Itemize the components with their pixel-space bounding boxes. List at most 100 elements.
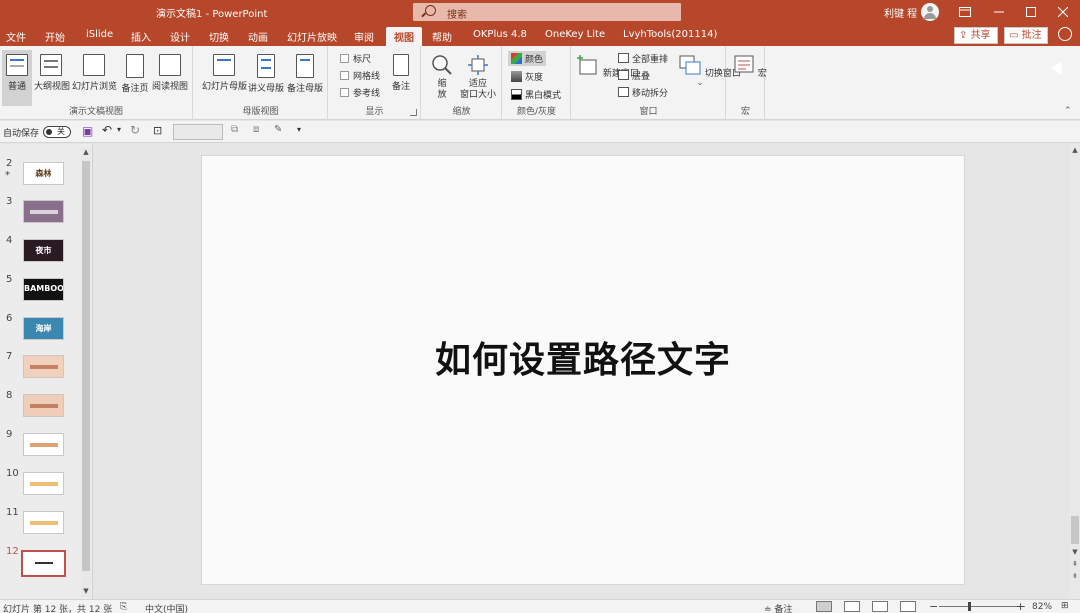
tab-insert[interactable]: 插入 (131, 29, 151, 44)
autosave-toggle[interactable]: 关 (43, 126, 71, 138)
tab-animations[interactable]: 动画 (248, 29, 268, 44)
tab-review[interactable]: 审阅 (354, 29, 374, 44)
grayscale-button[interactable]: 灰度 (511, 70, 543, 83)
tab-onekey[interactable]: OneKey Lite (545, 29, 605, 40)
slide-thumbnail[interactable] (23, 433, 64, 456)
tab-design[interactable]: 设计 (170, 29, 190, 44)
font-size-combo[interactable] (173, 124, 223, 140)
next-slide-icon[interactable]: ⇟ (1071, 572, 1079, 580)
slide-thumbnail[interactable]: BAMBOO (23, 278, 64, 301)
slideshow-status-button[interactable] (900, 601, 916, 612)
previous-slide-icon[interactable]: ⇞ (1071, 560, 1079, 568)
scroll-up-icon[interactable]: ▲ (82, 148, 90, 156)
normal-view-status-button[interactable] (816, 601, 832, 612)
tab-lvyhtools[interactable]: LvyhTools(201114) (623, 29, 717, 40)
group-label-zoom: 缩放 (452, 107, 471, 117)
slide-thumbnail[interactable] (23, 472, 64, 495)
normal-view-button[interactable]: 普通 (2, 50, 32, 106)
undo-dropdown-icon[interactable]: ▾ (117, 125, 121, 134)
slide-thumbnail[interactable] (23, 511, 64, 534)
arrange-all-button[interactable]: 全部重排 (618, 52, 668, 65)
slide-thumbnail[interactable] (21, 550, 66, 577)
color-button[interactable]: 颜色 (508, 51, 547, 66)
cascade-button[interactable]: 层叠 (618, 69, 650, 82)
guides-checkbox[interactable]: 参考线 (340, 86, 380, 99)
user-name[interactable]: 利键 程 (884, 5, 917, 20)
slide-thumbnail[interactable] (23, 200, 64, 223)
notes-toggle[interactable]: ≐ 备注 (764, 602, 792, 613)
close-icon[interactable] (1046, 0, 1080, 24)
collapse-ribbon-icon[interactable]: ⌃ (1064, 106, 1072, 116)
feedback-smiley-icon[interactable] (1058, 27, 1072, 41)
zoom-level[interactable]: 82% (1032, 602, 1052, 612)
search-box[interactable]: 搜索 (413, 3, 681, 21)
save-icon[interactable]: ▣ (82, 124, 93, 138)
slide-master-button[interactable]: 幻灯片母版 (202, 50, 247, 92)
canvas-scroll-up-icon[interactable]: ▲ (1071, 146, 1079, 154)
tab-help[interactable]: 帮助 (432, 29, 452, 44)
maximize-icon[interactable] (1014, 0, 1048, 24)
group-objects-icon[interactable]: ⧉ (231, 124, 238, 135)
current-slide[interactable]: 如何设置路径文字 (201, 155, 965, 585)
tab-home[interactable]: 开始 (45, 29, 65, 44)
fit-slide-icon[interactable]: ⊞ (1061, 601, 1069, 611)
tab-file[interactable]: 文件 (6, 29, 26, 44)
language-status[interactable]: 中文(中国) (145, 602, 188, 613)
switch-windows-button[interactable]: 切换窗口 ⌄ (678, 50, 741, 87)
black-white-button[interactable]: 黑白模式 (511, 88, 561, 101)
slide-number: 7 (6, 351, 13, 362)
present-from-start-icon[interactable]: ⊡ (153, 124, 162, 137)
customize-qat-icon[interactable]: ▾ (297, 125, 301, 134)
tab-slideshow[interactable]: 幻灯片放映 (287, 29, 337, 44)
search-icon (425, 5, 436, 16)
scroll-down-icon[interactable]: ▼ (82, 587, 90, 595)
undo-icon[interactable]: ↶ (102, 123, 112, 137)
handout-master-button[interactable]: 讲义母版 (248, 50, 284, 94)
slide-sorter-status-button[interactable] (844, 601, 860, 612)
zoom-out-icon[interactable]: − (929, 600, 938, 613)
group-label-show: 显示 (365, 107, 384, 117)
tab-transitions[interactable]: 切换 (209, 29, 229, 44)
slide-title-text[interactable]: 如何设置路径文字 (202, 331, 964, 383)
slide-thumbnail[interactable]: 夜市 (23, 239, 64, 262)
move-split-button[interactable]: 移动拆分 (618, 86, 668, 99)
notes-page-button[interactable]: 备注页 (120, 50, 150, 94)
share-button[interactable]: ⇪ 共享 (954, 27, 998, 44)
thumbnail-scrollbar[interactable]: ▲ ▼ (81, 147, 91, 597)
tab-okplus[interactable]: OKPlus 4.8 (473, 29, 527, 40)
notes-master-button[interactable]: 备注母版 (287, 50, 323, 94)
thumbnail-scroll-thumb[interactable] (82, 161, 90, 571)
macros-button[interactable]: 宏 (733, 50, 767, 79)
slide-thumbnail[interactable]: 森林 (23, 162, 64, 185)
notes-button[interactable]: 备注 (389, 50, 413, 92)
show-dialog-launcher-icon[interactable] (410, 109, 417, 116)
reading-view-status-button[interactable] (872, 601, 888, 612)
slide-thumbnail[interactable]: 海岸 (23, 317, 64, 340)
canvas-scrollbar[interactable]: ▲ ▼ ⇞ ⇟ (1070, 144, 1080, 599)
ruler-checkbox[interactable]: 标尺 (340, 52, 371, 65)
ribbon-display-options-icon[interactable] (948, 0, 982, 24)
zoom-in-icon[interactable]: + (1016, 600, 1025, 613)
slide-thumbnail[interactable] (23, 394, 64, 417)
zoom-button[interactable]: 缩 放 (428, 50, 456, 101)
gridlines-checkbox[interactable]: 网格线 (340, 69, 380, 82)
reading-view-button[interactable]: 阅读视图 (152, 50, 188, 92)
slide-thumbnail[interactable] (23, 355, 64, 378)
minimize-icon[interactable] (982, 0, 1016, 24)
canvas-scroll-down-icon[interactable]: ▼ (1071, 548, 1079, 556)
format-painter-icon[interactable]: ✎ (274, 124, 282, 135)
spellcheck-icon[interactable]: ⎘ (120, 602, 127, 612)
ungroup-objects-icon[interactable]: ⧈ (253, 124, 259, 135)
redo-icon[interactable]: ↻ (130, 123, 140, 137)
comments-button[interactable]: ▭ 批注 (1004, 27, 1048, 44)
fit-to-window-button[interactable]: 适应 窗口大小 (458, 50, 498, 101)
slide-sorter-button[interactable]: 幻灯片浏览 (72, 50, 117, 92)
slide-thumbnail-label: 森林 (35, 169, 52, 178)
canvas-scroll-thumb[interactable] (1071, 516, 1079, 544)
new-window-button[interactable]: 新建窗口 (576, 50, 639, 79)
tab-islide[interactable]: iSlide (86, 29, 113, 40)
avatar[interactable] (921, 3, 939, 21)
zoom-slider-thumb[interactable] (968, 602, 971, 611)
zoom-slider-track[interactable] (939, 606, 1025, 607)
outline-view-button[interactable]: 大纲视图 (34, 50, 70, 92)
